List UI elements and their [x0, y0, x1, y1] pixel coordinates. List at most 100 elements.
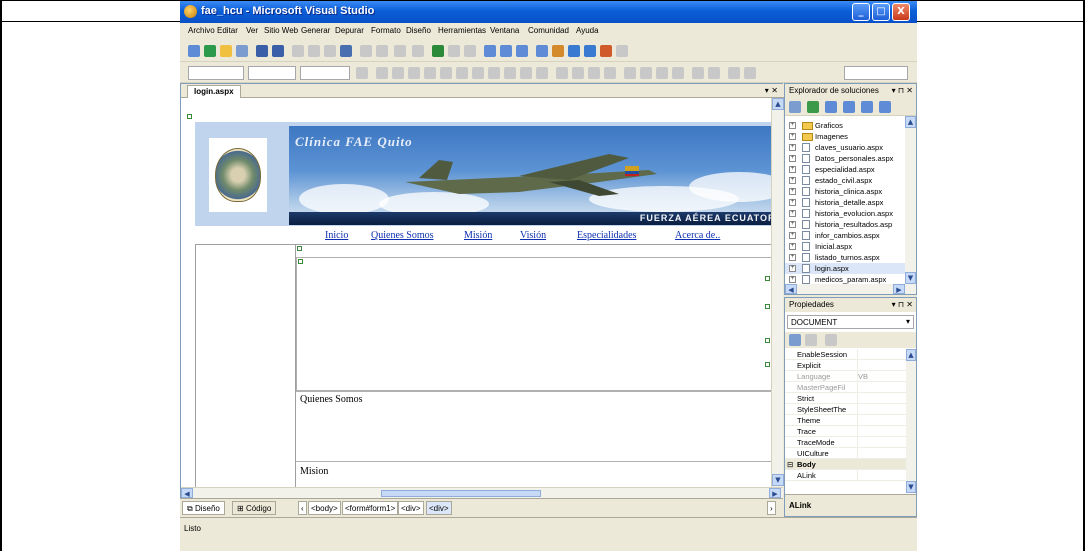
absolute-position-icon[interactable]	[656, 67, 668, 79]
style-combo[interactable]	[844, 66, 908, 80]
property-row[interactable]: ALink	[785, 470, 906, 481]
solution-item[interactable]: + historia_detalle.aspx	[785, 197, 905, 208]
solution-item[interactable]: + medicos_param.aspx	[785, 274, 905, 284]
menu-comunidad[interactable]: Comunidad	[528, 26, 569, 35]
copy-website-icon[interactable]	[879, 101, 891, 113]
menu-diseno[interactable]: Diseño	[406, 26, 431, 35]
property-value[interactable]: VB	[858, 372, 868, 381]
property-row[interactable]: UICulture	[785, 448, 906, 459]
menu-herramientas[interactable]: Herramientas	[438, 26, 486, 35]
expand-icon[interactable]: +	[789, 122, 796, 129]
align-left-icon[interactable]	[424, 67, 436, 79]
bulleted-list-icon[interactable]	[504, 67, 516, 79]
design-surface[interactable]: Clínica FAE Quito FUERZA AÉREA ECUATORI	[181, 98, 771, 487]
property-row[interactable]: Explicit	[785, 360, 906, 371]
merge-cells-icon[interactable]	[604, 67, 616, 79]
view-designer-icon[interactable]	[861, 101, 873, 113]
error-list-icon[interactable]	[600, 45, 612, 57]
properties-scroll-up[interactable]: ▲	[906, 349, 916, 361]
expand-icon[interactable]: +	[789, 221, 796, 228]
align-grid-icon[interactable]	[692, 67, 704, 79]
design-horizontal-scrollbar[interactable]: ◀ ▶	[181, 487, 783, 498]
new-project-icon[interactable]	[188, 45, 200, 57]
solution-item[interactable]: + estado_civil.aspx	[785, 175, 905, 186]
property-row[interactable]: Theme	[785, 415, 906, 426]
nav-quienes-somos[interactable]: Quienes Somos	[371, 230, 434, 241]
expand-icon[interactable]: +	[789, 133, 796, 140]
property-row[interactable]: ⊟ Body	[785, 459, 906, 470]
add-website-icon[interactable]	[204, 45, 216, 57]
visible-borders-icon[interactable]	[728, 67, 740, 79]
snap-icon[interactable]	[708, 67, 720, 79]
property-row[interactable]: TraceMode	[785, 437, 906, 448]
expand-icon[interactable]: +	[789, 144, 796, 151]
align-right-icon[interactable]	[456, 67, 468, 79]
alphabetical-icon[interactable]	[805, 334, 817, 346]
bookmark-icon[interactable]	[640, 67, 652, 79]
solution-horizontal-scrollbar[interactable]: ◀ ▶	[785, 284, 916, 294]
show-details-icon[interactable]	[744, 67, 756, 79]
save-icon[interactable]	[256, 45, 268, 57]
properties-scroll-down[interactable]: ▼	[906, 481, 916, 493]
properties-object-select[interactable]: DOCUMENT ▾	[787, 315, 914, 329]
italic-icon[interactable]	[392, 67, 404, 79]
expand-icon[interactable]: +	[789, 166, 796, 173]
menu-editar[interactable]: Editar	[217, 26, 238, 35]
solution-item[interactable]: + historia_evolucion.aspx	[785, 208, 905, 219]
expand-icon[interactable]: +	[789, 232, 796, 239]
start-page-icon[interactable]	[584, 45, 596, 57]
nav-vision[interactable]: Visión	[520, 230, 546, 241]
hyperlink-icon[interactable]	[624, 67, 636, 79]
properties-scrollbar[interactable]: ▲ ▼	[906, 349, 916, 493]
expand-icon[interactable]: +	[789, 243, 796, 250]
redo-icon[interactable]	[412, 45, 424, 57]
crumb-body[interactable]: <body>	[308, 501, 341, 515]
solution-scroll-down[interactable]: ▼	[905, 272, 916, 284]
insert-column-icon[interactable]	[588, 67, 600, 79]
crumb-scroll-left[interactable]: ‹	[298, 501, 307, 515]
maximize-button[interactable]: □	[872, 3, 890, 21]
font-size-combo[interactable]	[300, 66, 350, 80]
expand-icon[interactable]: +	[789, 188, 796, 195]
font-name-combo[interactable]	[248, 66, 296, 80]
server-explorer-icon[interactable]	[552, 45, 564, 57]
cut-icon[interactable]	[292, 45, 304, 57]
menu-sitio-web[interactable]: Sitio Web	[264, 26, 298, 35]
property-row[interactable]: MasterPageFil	[785, 382, 906, 393]
minimize-button[interactable]: _	[852, 3, 870, 21]
comment-icon[interactable]	[360, 45, 372, 57]
solution-explorer-icon[interactable]	[484, 45, 496, 57]
paste-icon[interactable]	[324, 45, 336, 57]
numbered-list-icon[interactable]	[488, 67, 500, 79]
expand-icon[interactable]: +	[789, 276, 796, 283]
solution-scroll-left[interactable]: ◀	[785, 284, 797, 294]
menu-archivo[interactable]: Archivo	[188, 26, 215, 35]
save-all-icon[interactable]	[272, 45, 284, 57]
z-order-icon[interactable]	[672, 67, 684, 79]
property-row[interactable]: Language VB	[785, 371, 906, 382]
scroll-thumb[interactable]	[381, 490, 541, 497]
outdent-icon[interactable]	[520, 67, 532, 79]
solution-item[interactable]: + Graficos	[785, 120, 905, 131]
expand-icon[interactable]: +	[789, 210, 796, 217]
insert-table-icon[interactable]	[556, 67, 568, 79]
undo-icon[interactable]	[394, 45, 406, 57]
solution-item[interactable]: + historia_resultados.asp	[785, 219, 905, 230]
nav-acerca-de[interactable]: Acerca de..	[675, 230, 720, 241]
find-icon[interactable]	[340, 45, 352, 57]
indent-icon[interactable]	[536, 67, 548, 79]
view-code-icon[interactable]	[843, 101, 855, 113]
menu-generar[interactable]: Generar	[301, 26, 330, 35]
toolbox-icon[interactable]	[536, 45, 548, 57]
solution-scroll-right[interactable]: ▶	[893, 284, 905, 294]
class-view-icon[interactable]	[568, 45, 580, 57]
categorized-icon[interactable]	[789, 334, 801, 346]
object-browser-icon[interactable]	[516, 45, 528, 57]
property-row[interactable]: Trace	[785, 426, 906, 437]
solution-item[interactable]: + especialidad.aspx	[785, 164, 905, 175]
close-button[interactable]: X	[892, 3, 910, 21]
expand-icon[interactable]: +	[789, 254, 796, 261]
refresh-icon[interactable]	[807, 101, 819, 113]
menu-depurar[interactable]: Depurar	[335, 26, 364, 35]
solution-scroll-up[interactable]: ▲	[905, 116, 916, 128]
